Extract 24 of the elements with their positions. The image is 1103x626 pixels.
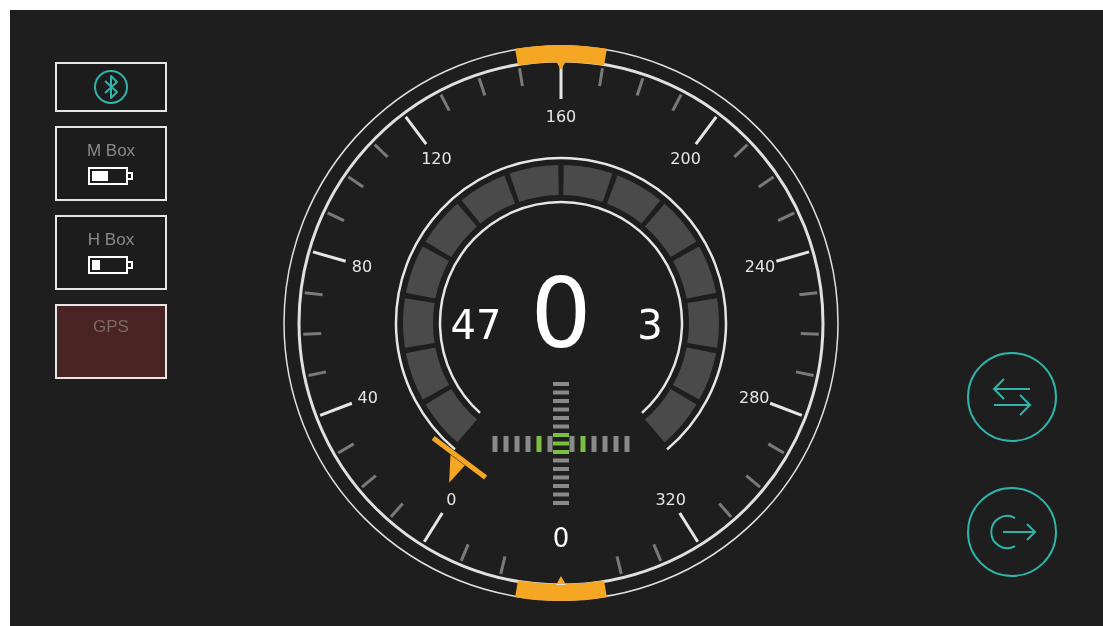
scale-label: 200 xyxy=(670,148,701,168)
needle-pointer xyxy=(431,436,488,483)
scale-label: 120 xyxy=(421,148,452,168)
swap-button[interactable] xyxy=(967,352,1057,442)
scale-label: 40 xyxy=(357,388,378,408)
bluetooth-button[interactable] xyxy=(55,62,167,112)
scale-label: 240 xyxy=(744,256,776,276)
scale-label: 320 xyxy=(655,489,686,509)
bottom-reading: 0 xyxy=(552,523,570,553)
main-reading: 0 xyxy=(530,258,592,370)
scale-label: 280 xyxy=(739,388,770,408)
exit-button[interactable] xyxy=(967,487,1057,577)
gps-status-button[interactable]: GPS xyxy=(55,304,167,379)
battery-icon xyxy=(88,167,134,185)
device-label: M Box xyxy=(86,142,136,159)
device-label: H Box xyxy=(87,231,135,248)
scale-label: 160 xyxy=(545,107,577,126)
left-reading: 47 xyxy=(450,302,502,348)
scale-label: 0 xyxy=(446,489,457,509)
right-reading: 3 xyxy=(637,302,663,348)
bluetooth-icon xyxy=(93,69,129,105)
swap-arrows-icon xyxy=(990,377,1034,417)
battery-icon xyxy=(88,256,134,274)
scale-label: 80 xyxy=(351,256,373,276)
